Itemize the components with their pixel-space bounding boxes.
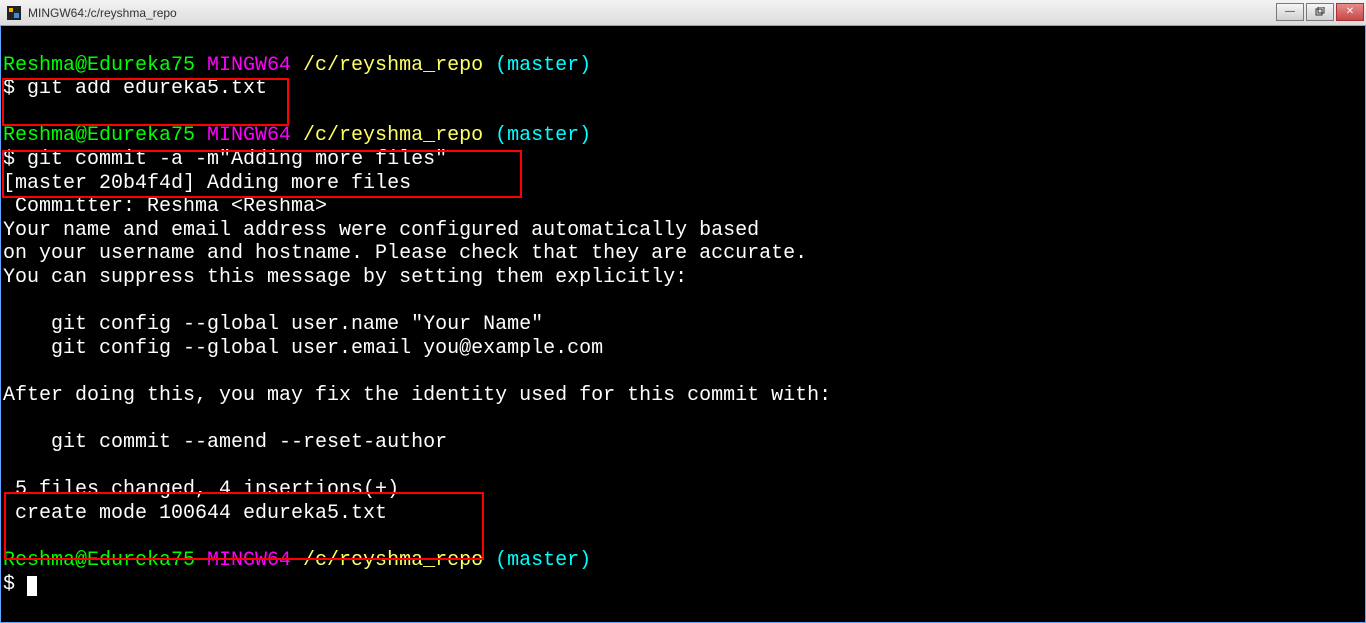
maximize-button[interactable] — [1306, 3, 1334, 21]
prompt-line: Reshma@Edureka75 MINGW64 /c/reyshma_repo… — [3, 124, 1363, 148]
prompt-env: MINGW64 — [195, 54, 291, 77]
minimize-button[interactable]: — — [1276, 3, 1304, 21]
output-line: git config --global user.name "Your Name… — [3, 313, 1363, 337]
prompt-branch: (master) — [483, 54, 591, 77]
terminal-line — [3, 30, 1363, 54]
output-line: You can suppress this message by setting… — [3, 266, 1363, 290]
output-line: Committer: Reshma <Reshma> — [3, 195, 1363, 219]
prompt-branch: (master) — [483, 549, 591, 572]
prompt-path: /c/reyshma_repo — [291, 54, 483, 77]
output-line: [master 20b4f4d] Adding more files — [3, 172, 1363, 196]
blank-line — [3, 408, 1363, 432]
prompt-line: Reshma@Edureka75 MINGW64 /c/reyshma_repo… — [3, 54, 1363, 78]
output-line: create mode 100644 edureka5.txt — [3, 502, 1363, 526]
command-line: $ git commit -a -m"Adding more files" — [3, 148, 1363, 172]
blank-line — [3, 101, 1363, 125]
prompt-env: MINGW64 — [195, 549, 291, 572]
output-line: Your name and email address were configu… — [3, 219, 1363, 243]
prompt-env: MINGW64 — [195, 124, 291, 147]
prompt-line: Reshma@Edureka75 MINGW64 /c/reyshma_repo… — [3, 549, 1363, 573]
output-line: 5 files changed, 4 insertions(+) — [3, 478, 1363, 502]
mingw-icon — [6, 5, 22, 21]
window-titlebar: MINGW64:/c/reyshma_repo — ✕ — [0, 0, 1366, 26]
blank-line — [3, 525, 1363, 549]
prompt-path: /c/reyshma_repo — [291, 124, 483, 147]
cursor — [27, 576, 37, 596]
blank-line — [3, 455, 1363, 479]
close-button[interactable]: ✕ — [1336, 3, 1364, 21]
window-controls: — ✕ — [1274, 3, 1364, 23]
command-text: git add edureka5.txt — [27, 77, 267, 100]
command-line[interactable]: $ — [3, 573, 1363, 597]
prompt-user: Reshma@Edureka75 — [3, 54, 195, 77]
output-line: git commit --amend --reset-author — [3, 431, 1363, 455]
prompt-user: Reshma@Edureka75 — [3, 549, 195, 572]
blank-line — [3, 360, 1363, 384]
prompt-branch: (master) — [483, 124, 591, 147]
blank-line — [3, 290, 1363, 314]
output-line: on your username and hostname. Please ch… — [3, 242, 1363, 266]
command-line: $ git add edureka5.txt — [3, 77, 1363, 101]
output-line: git config --global user.email you@examp… — [3, 337, 1363, 361]
output-line: After doing this, you may fix the identi… — [3, 384, 1363, 408]
prompt-symbol: $ — [3, 573, 27, 596]
command-text: git commit -a -m"Adding more files" — [27, 148, 447, 171]
prompt-path: /c/reyshma_repo — [291, 549, 483, 572]
window-title: MINGW64:/c/reyshma_repo — [28, 6, 1274, 20]
terminal-area[interactable]: Reshma@Edureka75 MINGW64 /c/reyshma_repo… — [0, 26, 1366, 623]
prompt-symbol: $ — [3, 148, 27, 171]
prompt-user: Reshma@Edureka75 — [3, 124, 195, 147]
prompt-symbol: $ — [3, 77, 27, 100]
